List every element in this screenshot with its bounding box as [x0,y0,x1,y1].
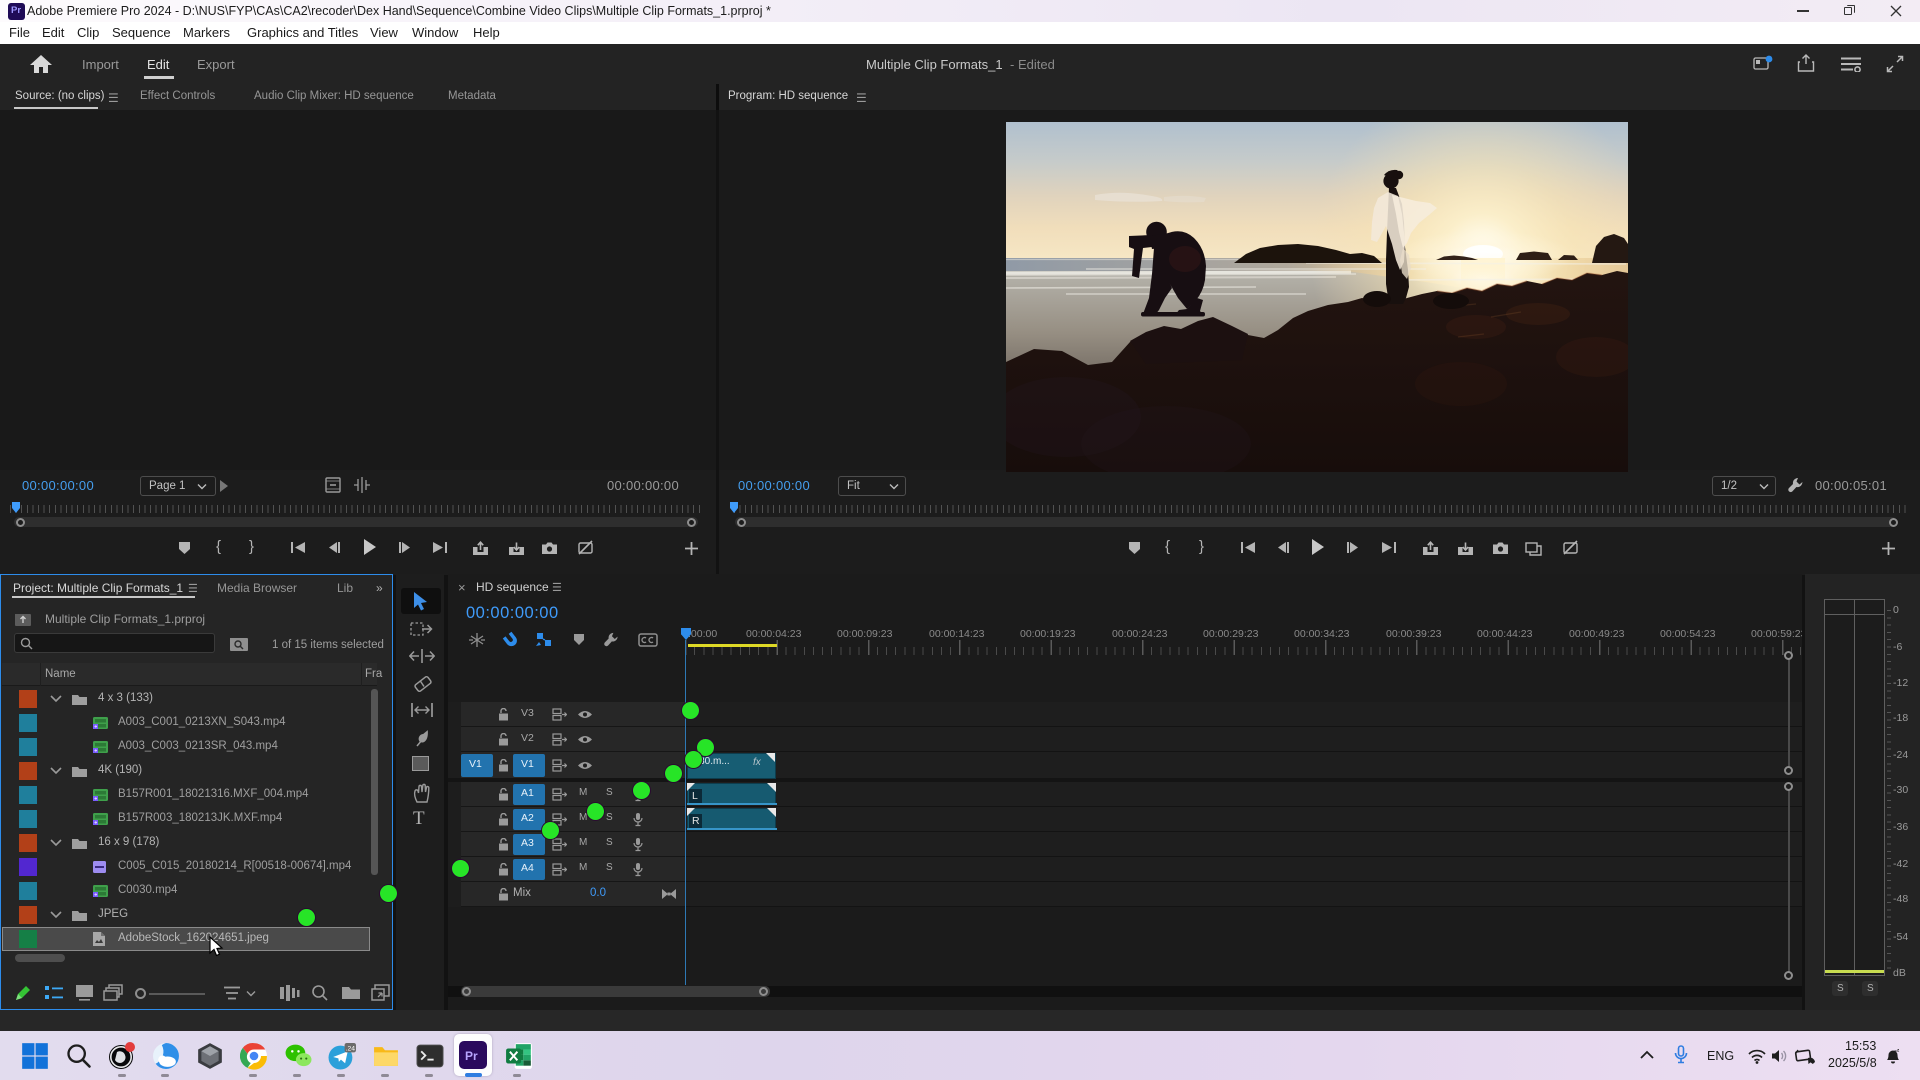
svg-text:Pr: Pr [465,1049,478,1063]
svg-text:z: z [1897,1048,1900,1053]
svg-text:.24: .24 [346,1045,356,1052]
